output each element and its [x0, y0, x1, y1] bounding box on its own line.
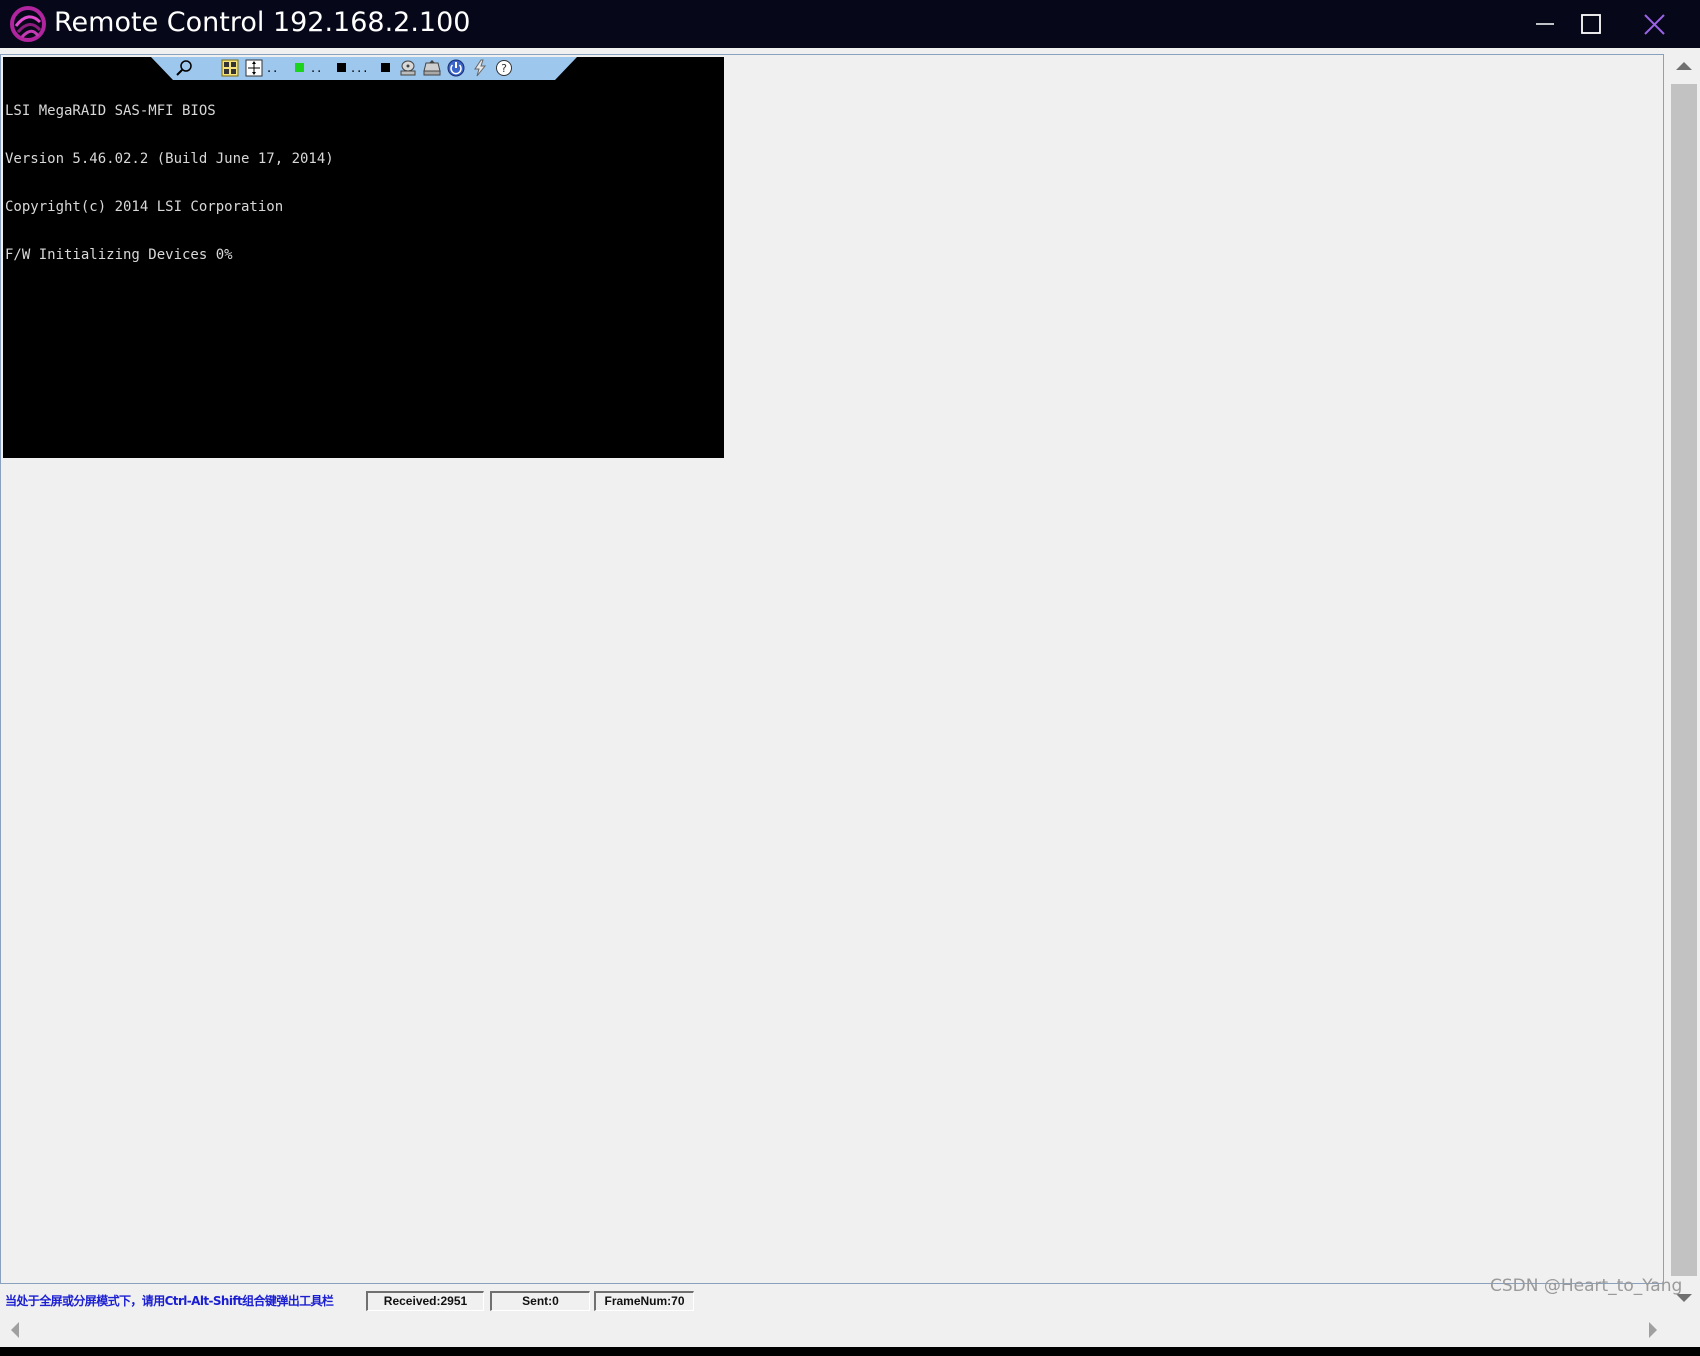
toolbar-separator: ..: [311, 61, 324, 76]
maximize-icon: [1581, 14, 1601, 34]
status-bar: 当处于全屏或分屏模式下，请用Ctrl-Alt-Shift组合键弹出工具栏 Rec…: [0, 1288, 1668, 1314]
arrow-up-icon: [1676, 62, 1692, 70]
vertical-scrollbar[interactable]: [1668, 54, 1700, 1302]
arrow-left-icon: [11, 1322, 19, 1338]
window-title: Remote Control 192.168.2.100: [54, 7, 471, 38]
toolbar-separator: ...: [351, 61, 370, 76]
lightning-icon[interactable]: [471, 59, 489, 77]
title-bar[interactable]: Remote Control 192.168.2.100: [0, 0, 1700, 48]
horizontal-scrollbar[interactable]: [0, 1314, 1668, 1346]
arrow-right-icon: [1649, 1322, 1657, 1338]
help-icon[interactable]: ?: [495, 59, 513, 77]
floating-toolbar[interactable]: .. .. ... ?: [151, 57, 577, 80]
disk-drive-icon[interactable]: [399, 59, 417, 77]
svg-text:?: ?: [501, 62, 507, 75]
sent-counter: Sent:0: [490, 1291, 590, 1311]
black-status-indicator: [333, 59, 351, 77]
scroll-up-button[interactable]: [1668, 54, 1700, 80]
toolbar-hint-text: 当处于全屏或分屏模式下，请用Ctrl-Alt-Shift组合键弹出工具栏: [5, 1294, 334, 1308]
pin-icon[interactable]: [175, 59, 193, 77]
vertical-scroll-thumb[interactable]: [1671, 84, 1697, 1276]
remote-viewport[interactable]: LSI MegaRAID SAS-MFI BIOS Version 5.46.0…: [0, 54, 1664, 1284]
close-button[interactable]: [1630, 4, 1686, 44]
black-status-indicator: [377, 59, 395, 77]
console-line: Copyright(c) 2014 LSI Corporation: [5, 199, 284, 215]
fit-screen-icon[interactable]: [245, 59, 263, 77]
keyboard-layout-icon[interactable]: [221, 59, 239, 77]
swirl-logo-icon: [8, 4, 48, 44]
maximize-button[interactable]: [1562, 4, 1618, 44]
console-line: Version 5.46.02.2 (Build June 17, 2014): [5, 151, 334, 167]
close-icon: [1644, 14, 1665, 35]
client-area: LSI MegaRAID SAS-MFI BIOS Version 5.46.0…: [0, 48, 1700, 1347]
scroll-right-button[interactable]: [1636, 1314, 1668, 1346]
bottom-border: [0, 1347, 1700, 1356]
floppy-drive-icon[interactable]: [423, 59, 441, 77]
toolbar-separator: ..: [267, 61, 280, 76]
watermark-text: CSDN @Heart_to_Yang: [1490, 1276, 1683, 1296]
console-line: F/W Initializing Devices 0%: [5, 247, 233, 263]
console-line: LSI MegaRAID SAS-MFI BIOS: [5, 103, 216, 119]
power-icon[interactable]: [447, 59, 465, 77]
green-status-indicator: [291, 59, 309, 77]
frame-number-counter: FrameNum:70: [594, 1291, 694, 1311]
remote-console-screen[interactable]: LSI MegaRAID SAS-MFI BIOS Version 5.46.0…: [3, 57, 724, 458]
received-counter: Received:2951: [366, 1291, 484, 1311]
console-output: LSI MegaRAID SAS-MFI BIOS Version 5.46.0…: [5, 71, 334, 295]
scroll-left-button[interactable]: [0, 1314, 32, 1346]
